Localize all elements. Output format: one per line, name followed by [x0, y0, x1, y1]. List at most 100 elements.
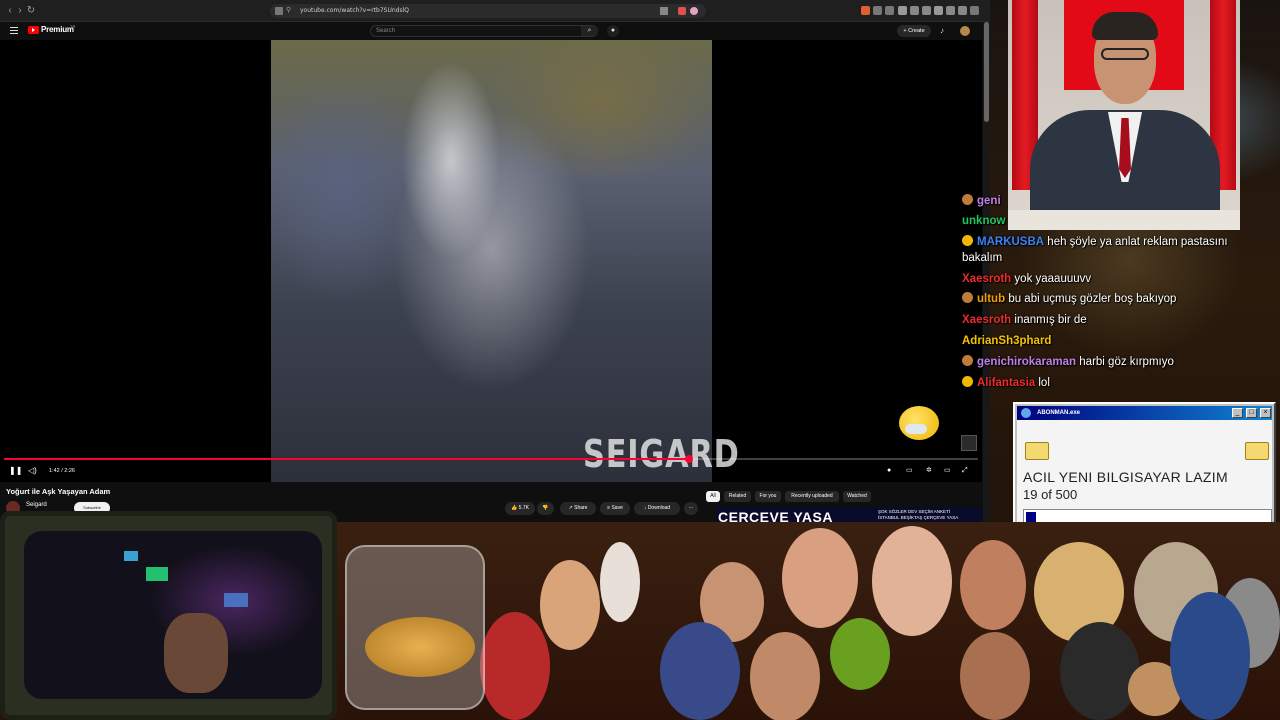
account-avatar[interactable] [960, 26, 970, 36]
video-frame[interactable] [271, 40, 712, 482]
recommended-thumbnail[interactable]: ÇERÇEVE YASA ŞOK SÖZLER DEV SEÇİM ANKETİ… [716, 507, 982, 522]
chat-message: Xaesroth inanmış bir de [962, 313, 1087, 328]
volume-icon[interactable]: ◁) [28, 466, 37, 476]
create-button[interactable]: + Create [897, 25, 931, 37]
maximize-button[interactable]: □ [1246, 408, 1257, 418]
extension-icon[interactable] [910, 6, 919, 15]
url-text[interactable]: youtube.com/watch?v=rtb7SUndslQ [300, 5, 409, 17]
chat-message: ultub bu abi uçmuş gözler boş bakıyop [962, 292, 1176, 307]
chat-text: lol [1038, 377, 1050, 389]
hair [1092, 12, 1158, 40]
chat-username: unknow [962, 215, 1006, 227]
brand-country: TR [70, 24, 76, 29]
cast-icon[interactable] [660, 7, 668, 15]
chat-message: Alifantasia lol [962, 376, 1050, 391]
chat-message: bakalım [962, 251, 1002, 266]
theater-mode-icon[interactable]: ▭ [944, 466, 951, 476]
sleepy-emoji-icon [899, 406, 939, 440]
chip-for-you[interactable]: For you [755, 491, 781, 502]
download-button[interactable]: ↓ Download [634, 502, 680, 515]
extension-icon[interactable] [678, 7, 686, 15]
like-button[interactable]: 👍 5.7K [505, 502, 535, 515]
extension-icon[interactable] [946, 6, 955, 15]
address-bar[interactable]: ⚲ youtube.com/watch?v=rtb7SUndslQ [270, 4, 706, 18]
reload-icon[interactable]: ↻ [25, 5, 37, 17]
popup-title: ABONMAN.exe [1037, 410, 1081, 416]
chat-overlay: geni unknow MARKUSBA heh şöyle ya anlat … [958, 192, 1278, 392]
chip-recently-uploaded[interactable]: Recently uploaded [785, 491, 839, 502]
site-info-icon[interactable]: ⚲ [286, 5, 291, 17]
hamburger-menu-icon[interactable] [10, 27, 18, 34]
chat-badge-icon [962, 376, 973, 387]
progress-bar[interactable] [4, 455, 978, 463]
profile-icon[interactable] [958, 6, 967, 15]
chat-username: Alifantasia [977, 377, 1036, 389]
youtube-brand[interactable]: Premium [41, 25, 74, 34]
chip-related[interactable]: Related [724, 491, 751, 502]
close-button[interactable]: × [1260, 408, 1271, 418]
fullscreen-icon[interactable]: ⤢ [962, 466, 968, 476]
streamer [164, 613, 228, 693]
channel-name[interactable]: Seigard [26, 502, 47, 508]
thumbnail-caption-2: İSTANBUL BEŞİKTAŞ ÇERÇEVE YASA [878, 515, 959, 520]
chat-message: MARKUSBA heh şöyle ya anlat reklam pasta… [962, 235, 1228, 250]
search-icon[interactable]: ⌕ [581, 26, 598, 36]
thumbnail-caption-1: ŞOK SÖZLER DEV SEÇİM ANKETİ [878, 509, 951, 514]
extension-icon[interactable] [861, 6, 870, 15]
folder-icon [1025, 442, 1049, 460]
search-placeholder[interactable]: Search [376, 26, 395, 36]
collage-face [750, 632, 820, 720]
chip-all[interactable]: All [706, 491, 720, 502]
collage-figure [480, 612, 550, 720]
chat-text: bu abi uçmuş gözler boş bakıyop [1008, 293, 1177, 305]
browser-toolbar: ‹ › ↻ ⚲ youtube.com/watch?v=rtb7SUndslQ [0, 0, 990, 22]
goal-message: ACIL YENI BILGISAYAR LAZIM [1023, 469, 1228, 485]
bookmark-icon[interactable] [275, 7, 283, 15]
open-folder-icon [1245, 442, 1269, 460]
bell-icon[interactable]: ♪ [940, 26, 948, 35]
extension-icon[interactable] [873, 6, 882, 15]
collage-face [960, 632, 1030, 720]
collage-figure [660, 622, 740, 720]
chat-text: inanmış bir de [1014, 314, 1087, 326]
video-watermark: SEIGARD [583, 432, 740, 476]
collage-figure [600, 542, 640, 622]
chat-text: bakalım [962, 252, 1003, 264]
extension-icon[interactable] [922, 6, 931, 15]
app-icon [1021, 408, 1031, 418]
chat-badge-icon [962, 292, 973, 303]
chat-username: Xaesroth [962, 314, 1012, 326]
extension-icon[interactable] [885, 6, 894, 15]
share-button[interactable]: ↗ Share [560, 502, 596, 515]
scrollbar-thumb[interactable] [984, 22, 989, 122]
extension-icon[interactable] [898, 6, 907, 15]
menu-icon[interactable] [970, 6, 979, 15]
channel-watermark-icon[interactable] [961, 435, 977, 451]
donation-goal-popup: ABONMAN.exe _ □ × ACIL YENI BILGISAYAR L… [1013, 402, 1276, 530]
youtube-header: Premium TR Search ⌕ ● + Create ♪ [0, 22, 990, 40]
search-input[interactable]: Search ⌕ [370, 25, 598, 37]
thumbnail-headline: ÇERÇEVE YASA [718, 509, 833, 522]
chat-username: Xaesroth [962, 273, 1012, 285]
microphone-icon[interactable]: ● [607, 25, 619, 37]
extension-icon[interactable] [934, 6, 943, 15]
chat-text: yok yaaauuuvv [1014, 273, 1092, 285]
chip-watched[interactable]: Watched [843, 491, 871, 502]
chat-message: unknow [962, 214, 1005, 229]
shield-icon[interactable] [690, 7, 698, 15]
more-actions-button[interactable]: ··· [684, 502, 698, 515]
yogurt-jar-image [345, 545, 485, 710]
goal-count: 19 of 500 [1023, 487, 1078, 502]
autoplay-toggle-icon[interactable]: ● [887, 466, 891, 476]
youtube-logo-icon[interactable] [28, 26, 39, 34]
subtitles-icon[interactable]: ▭ [906, 466, 913, 476]
progress-scrubber[interactable] [684, 455, 693, 463]
settings-gear-icon[interactable]: ✲ [926, 466, 932, 476]
pause-icon[interactable]: ❚❚ [9, 466, 22, 476]
chat-username: AdrianSh3phard [962, 335, 1052, 347]
video-player[interactable]: SEIGARD ❚❚ ◁) 1:42 / 2:26 ● ▭ ✲ ▭ ⤢ [0, 40, 982, 482]
minimize-button[interactable]: _ [1232, 408, 1243, 418]
dislike-button[interactable]: 👎 [537, 502, 554, 515]
chat-badge-icon [962, 355, 973, 366]
save-button[interactable]: ≡ Save [600, 502, 630, 515]
